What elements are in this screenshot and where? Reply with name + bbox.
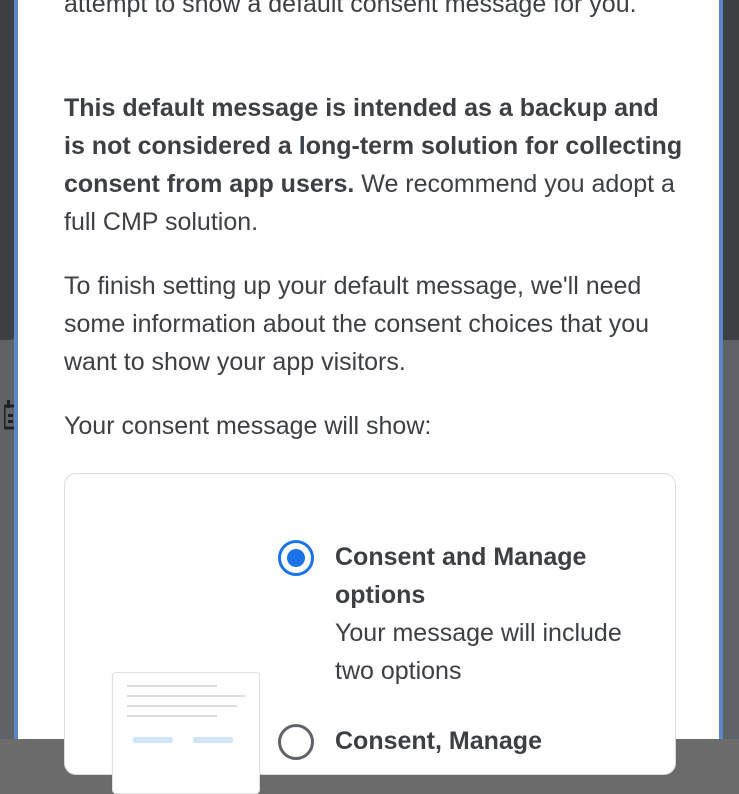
backup-notice: This default message is intended as a ba… xyxy=(64,89,684,241)
option-second-title[interactable]: Consent, Manage xyxy=(335,722,635,760)
option-second-radio[interactable] xyxy=(278,724,314,760)
consent-options-card: Consent and Manage options Your message … xyxy=(64,473,676,794)
message-preview-image xyxy=(112,672,260,794)
option-consent-manage-title[interactable]: Consent and Manage options xyxy=(335,538,635,614)
dialog-edge-right xyxy=(719,0,723,739)
default-consent-dialog: attempt to show a default consent messag… xyxy=(18,0,719,794)
intro-text: attempt to show a default consent messag… xyxy=(64,0,637,18)
option-consent-manage-description: Your message will include two options xyxy=(335,619,622,685)
option-consent-manage-radio[interactable] xyxy=(278,540,314,576)
finish-setup-text: To finish setting up your default messag… xyxy=(64,272,650,376)
will-show-label: Your consent message will show: xyxy=(64,412,432,440)
